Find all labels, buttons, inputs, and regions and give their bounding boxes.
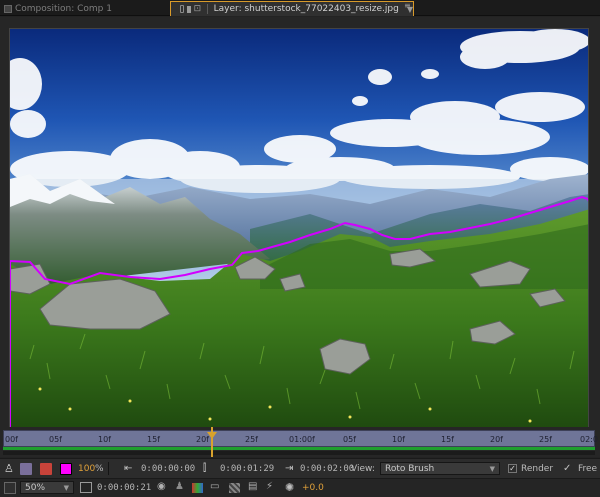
duration-icon: ⇥ (285, 463, 294, 474)
set-in-point-icon[interactable]: ⇤ (124, 463, 132, 474)
lock-icon[interactable] (180, 5, 185, 13)
ruler-tick: 25f (245, 435, 258, 444)
menu-arrow-icon[interactable]: ≡ (404, 1, 411, 10)
freeze-icon[interactable]: ✓ (563, 463, 571, 474)
composition-icon (4, 4, 12, 13)
span-strip (3, 451, 595, 455)
ruler-tick: 00f (5, 435, 18, 444)
magnification-dropdown[interactable]: 50% ▼ (20, 481, 74, 494)
matte-color-swatch[interactable] (60, 463, 72, 475)
channel-icon[interactable] (192, 483, 203, 493)
ruler-tick: 15f (147, 435, 160, 444)
layer-viewer[interactable] (0, 17, 600, 428)
render-checkbox[interactable]: ✓ (508, 464, 517, 473)
alpha-icon[interactable]: ▭ (210, 481, 219, 492)
freeze-label[interactable]: Free (578, 464, 597, 474)
layer-icon (187, 5, 191, 13)
grid-icon[interactable] (229, 483, 240, 493)
divider (108, 462, 109, 475)
viewer-bottom-bar: 50% ▼ 0:00:00:21 ◉ ♟ ▭ ▤ ⚡ ✺ +0.0 (0, 478, 600, 497)
exposure-icon[interactable]: ✺ (285, 481, 294, 494)
figure-icon[interactable]: ♙ (4, 462, 14, 475)
ruler-tick: 01:00f (289, 435, 315, 444)
close-icon[interactable]: ⊡ (194, 4, 202, 14)
chevron-down-icon: ▼ (489, 464, 495, 473)
view-label: View: (351, 464, 375, 474)
fast-preview-icon[interactable]: ⚡ (266, 481, 273, 492)
tab-composition-label: Composition: Comp 1 (15, 3, 112, 14)
ruler-tick: 20f (490, 435, 503, 444)
ruler-tick: 10f (98, 435, 111, 444)
tab-composition[interactable]: Composition: Comp 1 (4, 1, 164, 16)
pixel-aspect-icon[interactable]: ▤ (248, 481, 257, 492)
viewer-tab-bar: Composition: Comp 1 ⊡ Layer: shutterstoc… (0, 0, 600, 16)
current-time[interactable]: 0:00:01:29 (220, 464, 274, 474)
landscape-image (10, 29, 588, 427)
render-label: Render (521, 464, 554, 474)
chevron-down-icon: ▼ (63, 483, 69, 492)
duration-time[interactable]: 0:00:02:00 (300, 464, 354, 474)
in-time[interactable]: 0:00:00:00 (141, 464, 195, 474)
viewer-control-bar: ♙ 100 % ⇤ 0:00:00:00 ⫿ 0:00:01:29 ⇥ 0:00… (0, 458, 600, 478)
ruler-tick: 02:0 (580, 435, 598, 444)
ruler-tick: 25f (539, 435, 552, 444)
time-ruler[interactable]: 00f 05f 10f 15f 20f 25f 01:00f 05f 10f 1… (0, 427, 600, 457)
current-time-icon: ⫿ (203, 463, 207, 474)
region-of-interest-icon[interactable] (20, 463, 32, 475)
exposure-value[interactable]: +0.0 (302, 483, 324, 493)
zoom-value[interactable]: 100 (78, 464, 95, 474)
transparency-grid-icon[interactable] (40, 463, 52, 475)
playhead-handle-icon[interactable] (207, 432, 217, 439)
ruler-tick: 05f (49, 435, 62, 444)
ruler-tick: 15f (441, 435, 454, 444)
ruler-tick: 05f (343, 435, 356, 444)
layer-image-frame[interactable] (9, 28, 589, 428)
show-snapshot-icon[interactable]: ♟ (175, 481, 184, 492)
tab-layer-label: Layer: shutterstock_77022403_resize.jpg (213, 4, 399, 14)
ruler-tick: 10f (392, 435, 405, 444)
time-ruler-track[interactable]: 00f 05f 10f 15f 20f 25f 01:00f 05f 10f 1… (3, 430, 598, 447)
timecode-display[interactable]: 0:00:00:21 (97, 483, 151, 493)
view-dropdown-value: Roto Brush (385, 463, 435, 474)
always-preview-icon[interactable] (4, 482, 16, 494)
tab-layer[interactable]: ⊡ Layer: shutterstock_77022403_resize.jp… (170, 1, 414, 16)
work-area-bar[interactable] (3, 447, 595, 450)
camera-icon[interactable]: ◉ (157, 481, 166, 492)
view-dropdown[interactable]: Roto Brush ▼ (380, 462, 500, 475)
safe-zones-icon[interactable] (80, 482, 92, 493)
magnification-value: 50% (25, 482, 46, 493)
percent-label: % (95, 464, 104, 474)
